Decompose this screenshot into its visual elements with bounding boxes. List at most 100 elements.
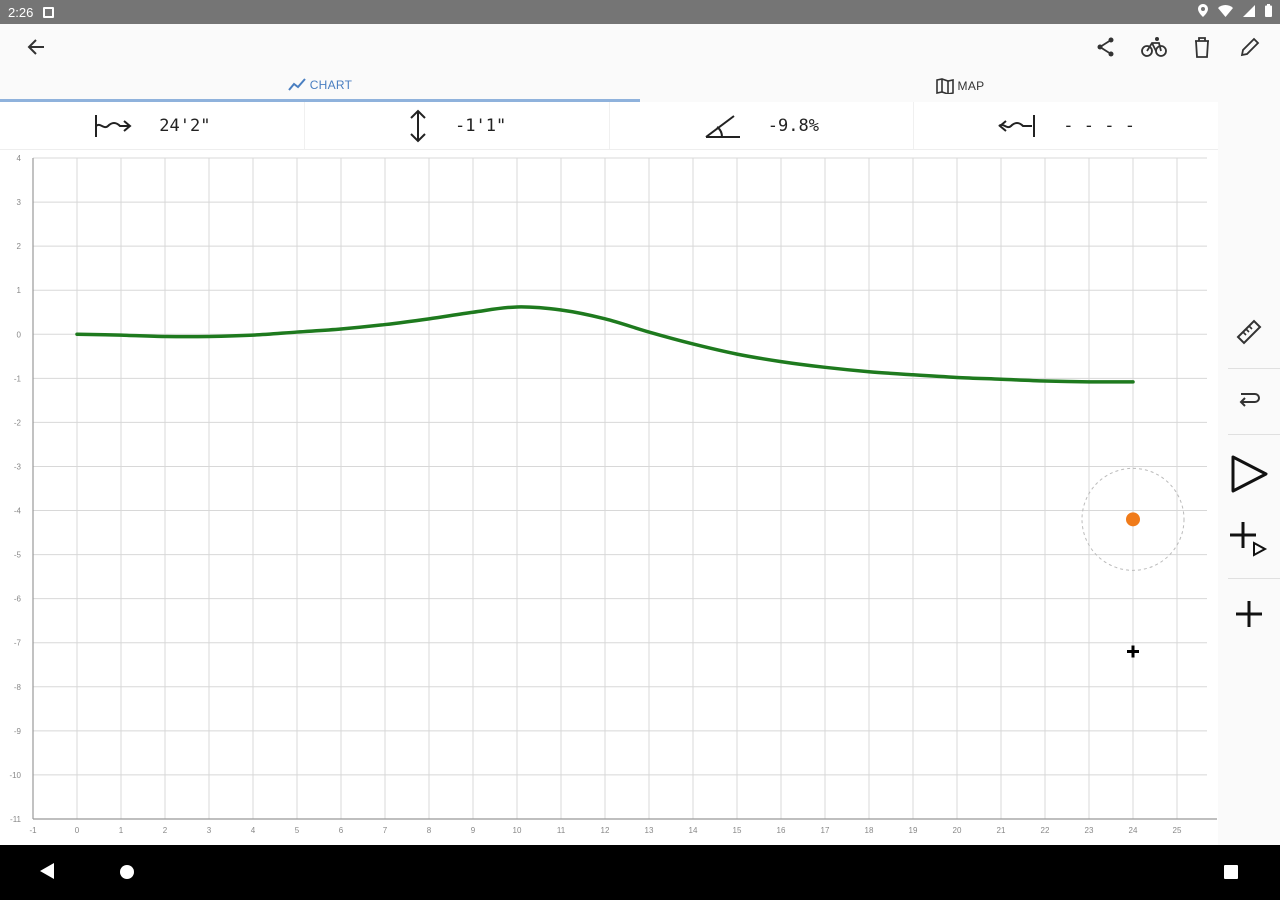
nav-recents-button[interactable] bbox=[1223, 864, 1239, 885]
elevation-chart[interactable]: -1 0 1 2 3 4 5 6 7 8 9 10 11 12 13 14 15 16 17 18 19 20 21 22 23… bbox=[0, 150, 1218, 845]
nav-back-icon bbox=[40, 863, 54, 879]
add-button[interactable] bbox=[1218, 586, 1280, 642]
y-tick-label: 1 bbox=[17, 286, 22, 295]
x-tick-label: 6 bbox=[339, 826, 344, 835]
x-tick-label: 19 bbox=[909, 826, 918, 835]
x-tick-label: 9 bbox=[471, 826, 476, 835]
nav-back-button[interactable] bbox=[38, 861, 56, 886]
status-bar: 2:26 bbox=[0, 0, 1280, 24]
map-icon bbox=[935, 78, 954, 94]
y-tick-label: 0 bbox=[17, 330, 22, 339]
y-tick-label: -3 bbox=[14, 462, 22, 471]
tab-map[interactable]: MAP bbox=[640, 70, 1280, 102]
x-tick-label: 13 bbox=[645, 826, 654, 835]
x-tick-label: 25 bbox=[1173, 826, 1182, 835]
location-icon bbox=[1198, 4, 1208, 20]
x-tick-label: 2 bbox=[163, 826, 168, 835]
chart-line-icon bbox=[287, 77, 306, 91]
nav-recents-icon bbox=[1224, 865, 1238, 879]
system-nav-bar bbox=[0, 845, 1280, 900]
x-tick-label: 20 bbox=[953, 826, 962, 835]
stat-grade-value: -9.8% bbox=[767, 115, 819, 136]
y-tick-label: -7 bbox=[14, 639, 22, 648]
x-tick-label: 5 bbox=[295, 826, 300, 835]
x-tick-label: 24 bbox=[1129, 826, 1138, 835]
stat-extra: - - - - bbox=[914, 102, 1218, 149]
sidebar-divider bbox=[1228, 578, 1280, 579]
play-button[interactable] bbox=[1218, 446, 1280, 502]
y-tick-label: -8 bbox=[14, 683, 22, 692]
notification-icon bbox=[43, 6, 55, 18]
tab-bar: CHART MAP bbox=[0, 70, 1280, 102]
bicycle-button[interactable] bbox=[1140, 33, 1168, 61]
y-tick-label: -5 bbox=[14, 551, 22, 560]
x-tick-label: 17 bbox=[821, 826, 830, 835]
x-tick-label: 4 bbox=[251, 826, 256, 835]
x-tick-label: -1 bbox=[29, 826, 37, 835]
nav-home-icon bbox=[120, 865, 134, 879]
x-tick-label: 16 bbox=[777, 826, 786, 835]
ruler-button[interactable] bbox=[1218, 304, 1280, 360]
x-tick-label: 8 bbox=[427, 826, 432, 835]
x-tick-label: 7 bbox=[383, 826, 388, 835]
stat-extra-value: - - - - bbox=[1063, 115, 1135, 136]
play-icon bbox=[1231, 455, 1268, 493]
y-tick-label: 2 bbox=[17, 242, 22, 251]
sidebar-divider bbox=[1228, 434, 1280, 435]
distance-icon bbox=[95, 114, 132, 137]
stat-distance-value: 24'2" bbox=[159, 115, 211, 136]
tab-chart[interactable]: CHART bbox=[0, 70, 640, 102]
delete-button[interactable] bbox=[1188, 33, 1216, 61]
loop-back-button[interactable] bbox=[1218, 372, 1280, 428]
y-tick-label: -4 bbox=[14, 507, 22, 516]
status-time: 2:26 bbox=[8, 4, 34, 20]
target-crosshair bbox=[1127, 645, 1139, 658]
tab-chart-label: CHART bbox=[309, 77, 353, 92]
elevation-icon bbox=[410, 109, 426, 142]
app-bar bbox=[0, 24, 1280, 70]
x-tick-label: 0 bbox=[75, 826, 80, 835]
y-tick-label: -1 bbox=[14, 374, 22, 383]
x-tick-label: 21 bbox=[997, 826, 1006, 835]
y-tick-label: 4 bbox=[17, 154, 22, 163]
angle-icon bbox=[705, 114, 740, 138]
x-tick-label: 1 bbox=[119, 826, 124, 835]
y-tick-label: 3 bbox=[17, 198, 22, 207]
share-icon bbox=[1097, 37, 1114, 57]
y-tick-label: -2 bbox=[14, 418, 22, 427]
loop-back-icon bbox=[1239, 393, 1260, 407]
y-tick-label: -10 bbox=[9, 771, 21, 780]
trash-icon bbox=[1195, 37, 1209, 58]
distance-remaining-icon bbox=[998, 114, 1036, 137]
back-button[interactable] bbox=[22, 33, 50, 61]
chart-svg[interactable]: -1 0 1 2 3 4 5 6 7 8 9 10 11 12 13 14 15 16 17 18 19 20 21 22 23… bbox=[0, 150, 1218, 845]
status-icons bbox=[1198, 4, 1272, 20]
x-tick-label: 15 bbox=[733, 826, 742, 835]
stats-row: 24'2" -1'1" -9.8% - - - - bbox=[0, 102, 1218, 150]
add-icon bbox=[1236, 601, 1262, 627]
nav-home-button[interactable] bbox=[119, 864, 135, 885]
edit-button[interactable] bbox=[1236, 33, 1264, 61]
y-tick-label: -11 bbox=[10, 815, 22, 824]
share-button[interactable] bbox=[1092, 33, 1120, 61]
add-play-icon bbox=[1230, 522, 1268, 557]
tab-map-label: MAP bbox=[957, 79, 985, 93]
tool-sidebar bbox=[1218, 102, 1280, 845]
x-tick-label: 18 bbox=[865, 826, 874, 835]
stat-elevation-value: -1'1" bbox=[455, 115, 507, 136]
arrow-left-icon bbox=[27, 39, 44, 55]
add-play-button[interactable] bbox=[1218, 510, 1280, 566]
stat-distance: 24'2" bbox=[0, 102, 305, 149]
stat-grade: -9.8% bbox=[610, 102, 915, 149]
wifi-icon bbox=[1218, 4, 1233, 20]
x-tick-label: 12 bbox=[601, 826, 610, 835]
ruler-icon bbox=[1236, 319, 1262, 345]
x-tick-label: 14 bbox=[689, 826, 698, 835]
x-tick-label: 11 bbox=[557, 826, 566, 835]
position-marker bbox=[1126, 512, 1140, 527]
x-tick-label: 23 bbox=[1085, 826, 1094, 835]
x-tick-label: 22 bbox=[1041, 826, 1050, 835]
signal-icon bbox=[1243, 4, 1255, 20]
app-bar-actions bbox=[1092, 33, 1264, 61]
edit-icon bbox=[1240, 37, 1260, 57]
